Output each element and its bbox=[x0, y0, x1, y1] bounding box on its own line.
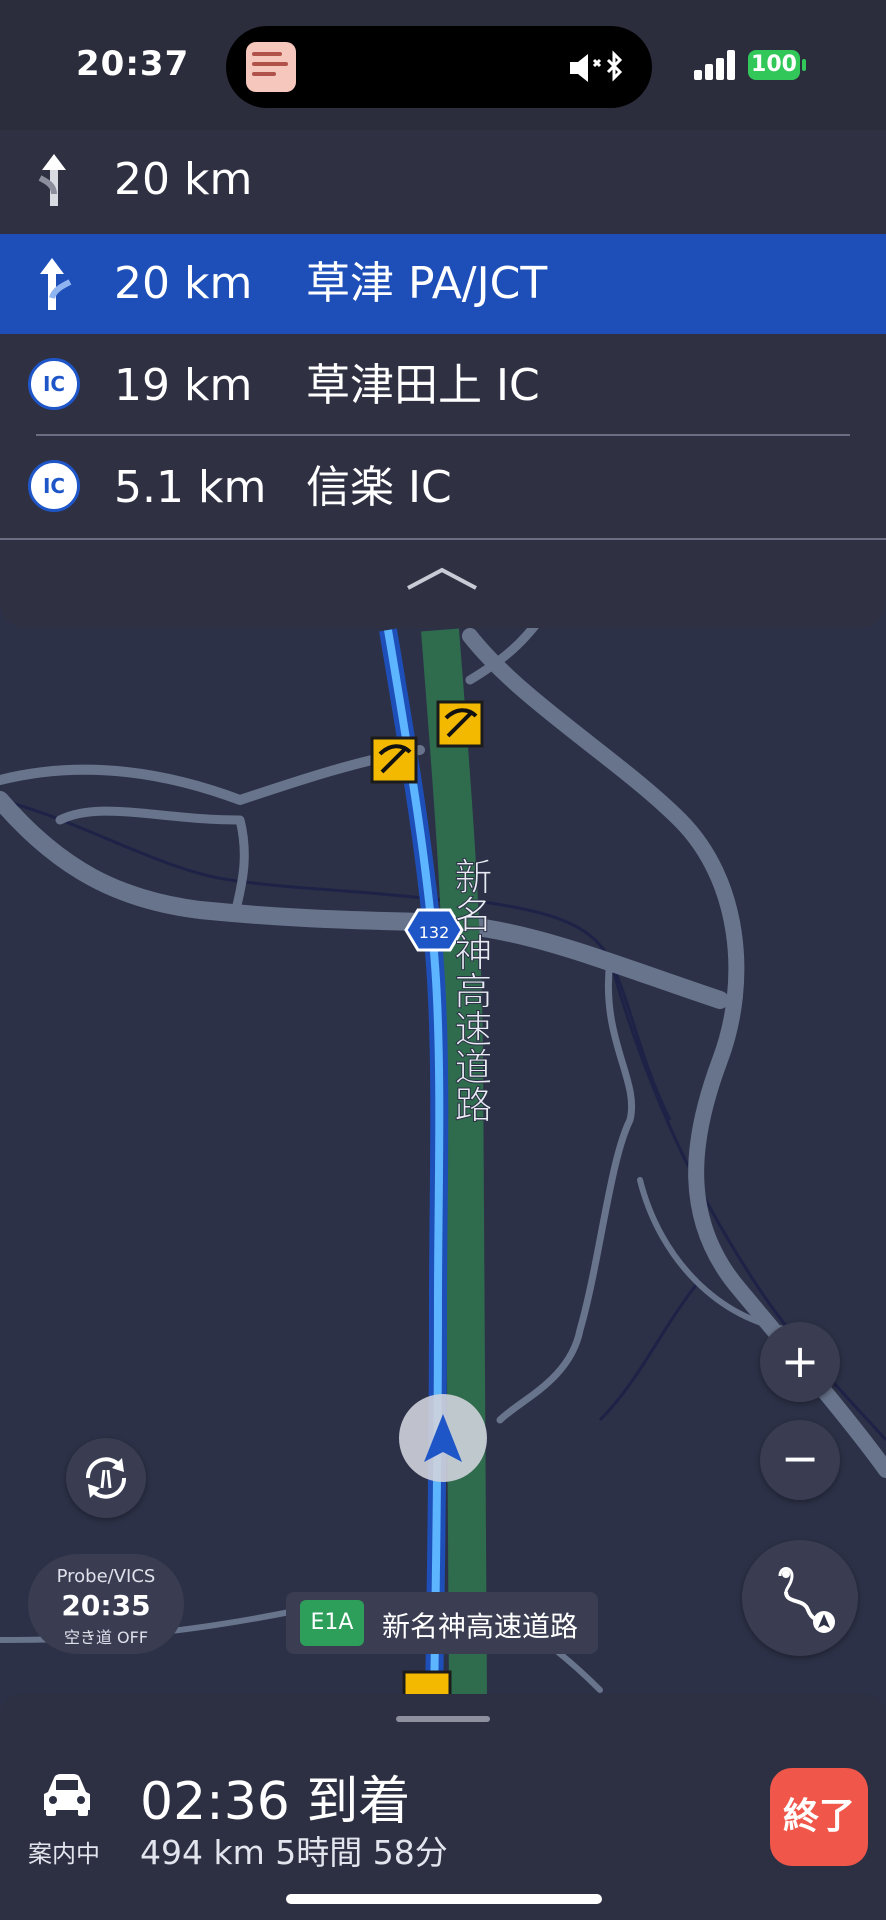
battery-tip bbox=[802, 59, 806, 71]
ic-badge-icon: IC bbox=[28, 460, 80, 512]
plus-icon: + bbox=[780, 1334, 820, 1388]
road-name: 新名神高速道路 bbox=[382, 1610, 579, 1643]
guidance-panel: 20 km 20 km 草津 PA/JCT IC 19 km 草津田上 IC I… bbox=[0, 130, 886, 628]
remaining-distance-time: 494 km 5時間 58分 bbox=[140, 1833, 448, 1872]
guidance-name: 草津田上 IC bbox=[306, 360, 540, 411]
zoom-out-button[interactable]: − bbox=[760, 1420, 840, 1500]
status-time: 20:37 bbox=[76, 44, 190, 84]
svg-text:132: 132 bbox=[419, 923, 450, 942]
guidance-distance: 20 km bbox=[114, 258, 253, 309]
car-icon bbox=[44, 1774, 90, 1816]
guidance-row[interactable]: 20 km bbox=[0, 130, 886, 230]
route-overview-icon bbox=[778, 1567, 835, 1633]
current-road-label: E1A 新名神高速道路 bbox=[286, 1592, 598, 1654]
construction-sign-icon bbox=[370, 736, 418, 784]
current-location-marker bbox=[399, 1394, 487, 1482]
refresh-road-icon bbox=[85, 1457, 127, 1499]
svg-text:新名神高速道路: 新名神高速道路 bbox=[448, 857, 492, 1123]
sheet-handle[interactable] bbox=[396, 1716, 490, 1722]
dynamic-island[interactable] bbox=[226, 26, 652, 108]
chevron-up-icon[interactable] bbox=[404, 564, 480, 594]
probe-time: 20:35 bbox=[61, 1589, 151, 1622]
notification-thumbnail bbox=[246, 42, 296, 92]
home-indicator[interactable] bbox=[286, 1894, 602, 1904]
probe-mode: 空き道 OFF bbox=[63, 1628, 149, 1647]
traffic-refresh-button[interactable] bbox=[66, 1438, 146, 1518]
guidance-distance: 19 km bbox=[114, 360, 253, 411]
arrival-time: 02:36 到着 bbox=[140, 1772, 411, 1832]
probe-vics-status[interactable]: Probe/VICS 20:35 空き道 OFF bbox=[28, 1554, 184, 1654]
guidance-name: 信楽 IC bbox=[306, 462, 452, 513]
cellular-signal-icon bbox=[694, 50, 738, 80]
construction-sign-icon bbox=[436, 700, 484, 748]
bottom-sheet: 案内中 02:36 到着 494 km 5時間 58分 終了 bbox=[0, 1694, 886, 1920]
guidance-name: 草津 PA/JCT bbox=[306, 258, 548, 309]
route-overview-button[interactable] bbox=[742, 1540, 858, 1656]
speaker-bluetooth-icon bbox=[570, 50, 623, 82]
fork-right-arrow-icon bbox=[40, 258, 72, 310]
status-bar: 20:37 100 bbox=[0, 0, 886, 130]
guidance-row[interactable]: IC 19 km 草津田上 IC bbox=[0, 336, 886, 436]
guidance-row[interactable]: IC 5.1 km 信楽 IC bbox=[0, 438, 886, 538]
highway-map-label: 新名神高速道路 bbox=[448, 857, 493, 1124]
battery-indicator: 100 bbox=[748, 50, 800, 80]
probe-title: Probe/VICS bbox=[56, 1566, 156, 1587]
guidance-row-active[interactable]: 20 km 草津 PA/JCT bbox=[0, 234, 886, 334]
end-navigation-button[interactable]: 終了 bbox=[770, 1768, 868, 1866]
guidance-status: 案内中 bbox=[28, 1840, 100, 1868]
road-code-badge: E1A bbox=[300, 1600, 364, 1646]
minus-icon: − bbox=[780, 1431, 820, 1485]
row-divider bbox=[36, 434, 850, 436]
zoom-in-button[interactable]: + bbox=[760, 1322, 840, 1402]
guidance-distance: 5.1 km bbox=[114, 462, 267, 513]
ic-badge-icon: IC bbox=[28, 358, 80, 410]
guidance-distance: 20 km bbox=[114, 154, 253, 205]
panel-divider bbox=[0, 538, 886, 540]
straight-arrow-icon bbox=[38, 154, 66, 206]
